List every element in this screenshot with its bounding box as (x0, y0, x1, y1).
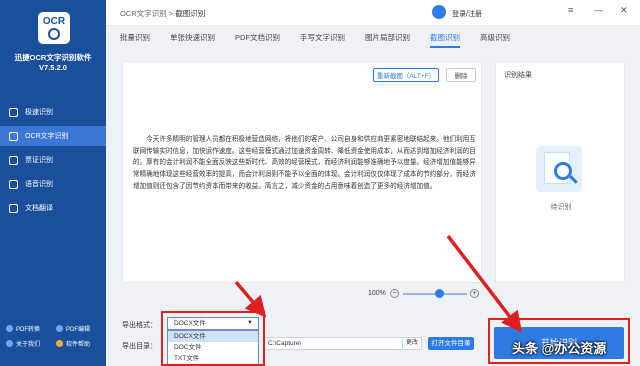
tab-single[interactable]: 单张快速识别 (170, 26, 215, 48)
export-dir-input[interactable]: C:\Capture\ (264, 337, 404, 350)
change-dir-button[interactable]: 更改 (402, 337, 422, 350)
app-name: 迅捷OCR文字识别软件 (14, 53, 92, 62)
watermark: 头条 @办公资源 (512, 341, 607, 356)
result-panel: 识别结果 待识别 (495, 61, 625, 283)
screenshot-panel: 重新截图（ALT+F） 删除 今天许多精明的管理人员都在积极地营造网络，将他们的… (122, 61, 482, 283)
sidebar: OCR 迅捷OCR文字识别软件 V7.5.2.0 极速识别 OCR文字识别 票证… (0, 0, 106, 366)
sidebar-item-label: OCR文字识别 (25, 133, 69, 140)
tab-advanced[interactable]: 高级识别 (480, 26, 510, 48)
lightning-icon (9, 107, 18, 117)
zoom-level: 100% (368, 290, 386, 297)
sidebar-item-ocr[interactable]: OCR文字识别 (0, 126, 106, 146)
tab-handwriting[interactable]: 手写文字识别 (300, 26, 345, 48)
sidebar-item-fast[interactable]: 极速识别 (0, 102, 106, 122)
menu-icon[interactable]: ≡ (568, 5, 573, 15)
top-bar: OCR文字识别 > 截图识别 登录/注册 ≡ — ✕ (106, 0, 640, 26)
tab-pdf[interactable]: PDF文档识别 (235, 26, 280, 48)
sidebar-nav: 极速识别 OCR文字识别 票证识别 语音识别 文档翻译 (0, 102, 106, 222)
link-label: 软件帮助 (66, 342, 91, 348)
help-link[interactable]: 软件帮助 (56, 339, 106, 348)
link-label: 关于我们 (16, 342, 41, 348)
breadcrumb: OCR文字识别 > 截图识别 (120, 8, 205, 19)
zoom-out-icon[interactable]: − (390, 289, 399, 298)
magnifier-icon (48, 27, 60, 40)
logo-text: OCR (42, 15, 66, 27)
link-label: PDF转换 (16, 327, 41, 333)
ocr-icon (9, 131, 18, 141)
dir-label: 导出目录： (122, 343, 157, 350)
translate-icon (9, 203, 18, 213)
about-link[interactable]: 关于我们 (6, 339, 56, 348)
pdf-convert-icon (6, 325, 13, 332)
pdf-edit-icon (56, 325, 63, 332)
sidebar-bottom-links: PDF转换 PDF编辑 关于我们 软件帮助 (6, 324, 106, 348)
info-icon (6, 340, 13, 347)
zoom-slider-handle[interactable] (435, 289, 444, 298)
breadcrumb-separator: > (168, 9, 174, 18)
sidebar-item-label: 语音识别 (25, 181, 53, 188)
help-icon (56, 340, 63, 347)
breadcrumb-root[interactable]: OCR文字识别 (120, 9, 167, 18)
user-icon[interactable] (432, 5, 446, 19)
sidebar-item-label: 票证识别 (25, 157, 53, 164)
mic-icon (9, 179, 18, 189)
tab-batch[interactable]: 批量识别 (120, 26, 150, 48)
sidebar-item-label: 文档翻译 (25, 205, 53, 212)
document-search-icon (536, 146, 582, 192)
sidebar-item-label: 极速识别 (25, 109, 53, 116)
result-title: 识别结果 (504, 72, 532, 79)
screenshot-text: 今天许多精明的管理人员都在积极地营造网络，将他们的客户、公司自身和供应商更紧密地… (133, 136, 476, 190)
sidebar-item-ticket[interactable]: 票证识别 (0, 150, 106, 170)
format-label: 导出格式： (122, 322, 157, 329)
pdf-edit-link[interactable]: PDF编辑 (56, 324, 106, 333)
breadcrumb-current: 截图识别 (175, 9, 206, 18)
mode-tabs: 批量识别 单张快速识别 PDF文档识别 手写文字识别 图片局部识别 截图识别 高… (106, 26, 640, 48)
sidebar-item-voice[interactable]: 语音识别 (0, 174, 106, 194)
new-screenshot-button[interactable]: 重新截图（ALT+F） (373, 68, 439, 82)
app-logo: OCR (38, 12, 70, 44)
sidebar-item-translate[interactable]: 文档翻译 (0, 198, 106, 218)
ticket-icon (9, 155, 18, 165)
tab-partial[interactable]: 图片局部识别 (365, 26, 410, 48)
delete-button[interactable]: 删除 (446, 68, 476, 82)
close-icon[interactable]: ✕ (620, 5, 628, 16)
zoom-in-icon[interactable]: + (470, 289, 479, 298)
open-folder-button[interactable]: 打开文件目录 (428, 337, 474, 350)
pdf-convert-link[interactable]: PDF转换 (6, 324, 56, 333)
login-link[interactable]: 登录/注册 (452, 9, 482, 19)
annotation-highlight-format (161, 311, 265, 366)
link-label: PDF编辑 (66, 327, 91, 333)
minimize-icon[interactable]: — (594, 5, 603, 15)
tab-screenshot[interactable]: 截图识别 (430, 26, 460, 48)
waiting-text: 待识别 (550, 204, 572, 211)
app-version: V7.5.2.0 (39, 63, 67, 72)
